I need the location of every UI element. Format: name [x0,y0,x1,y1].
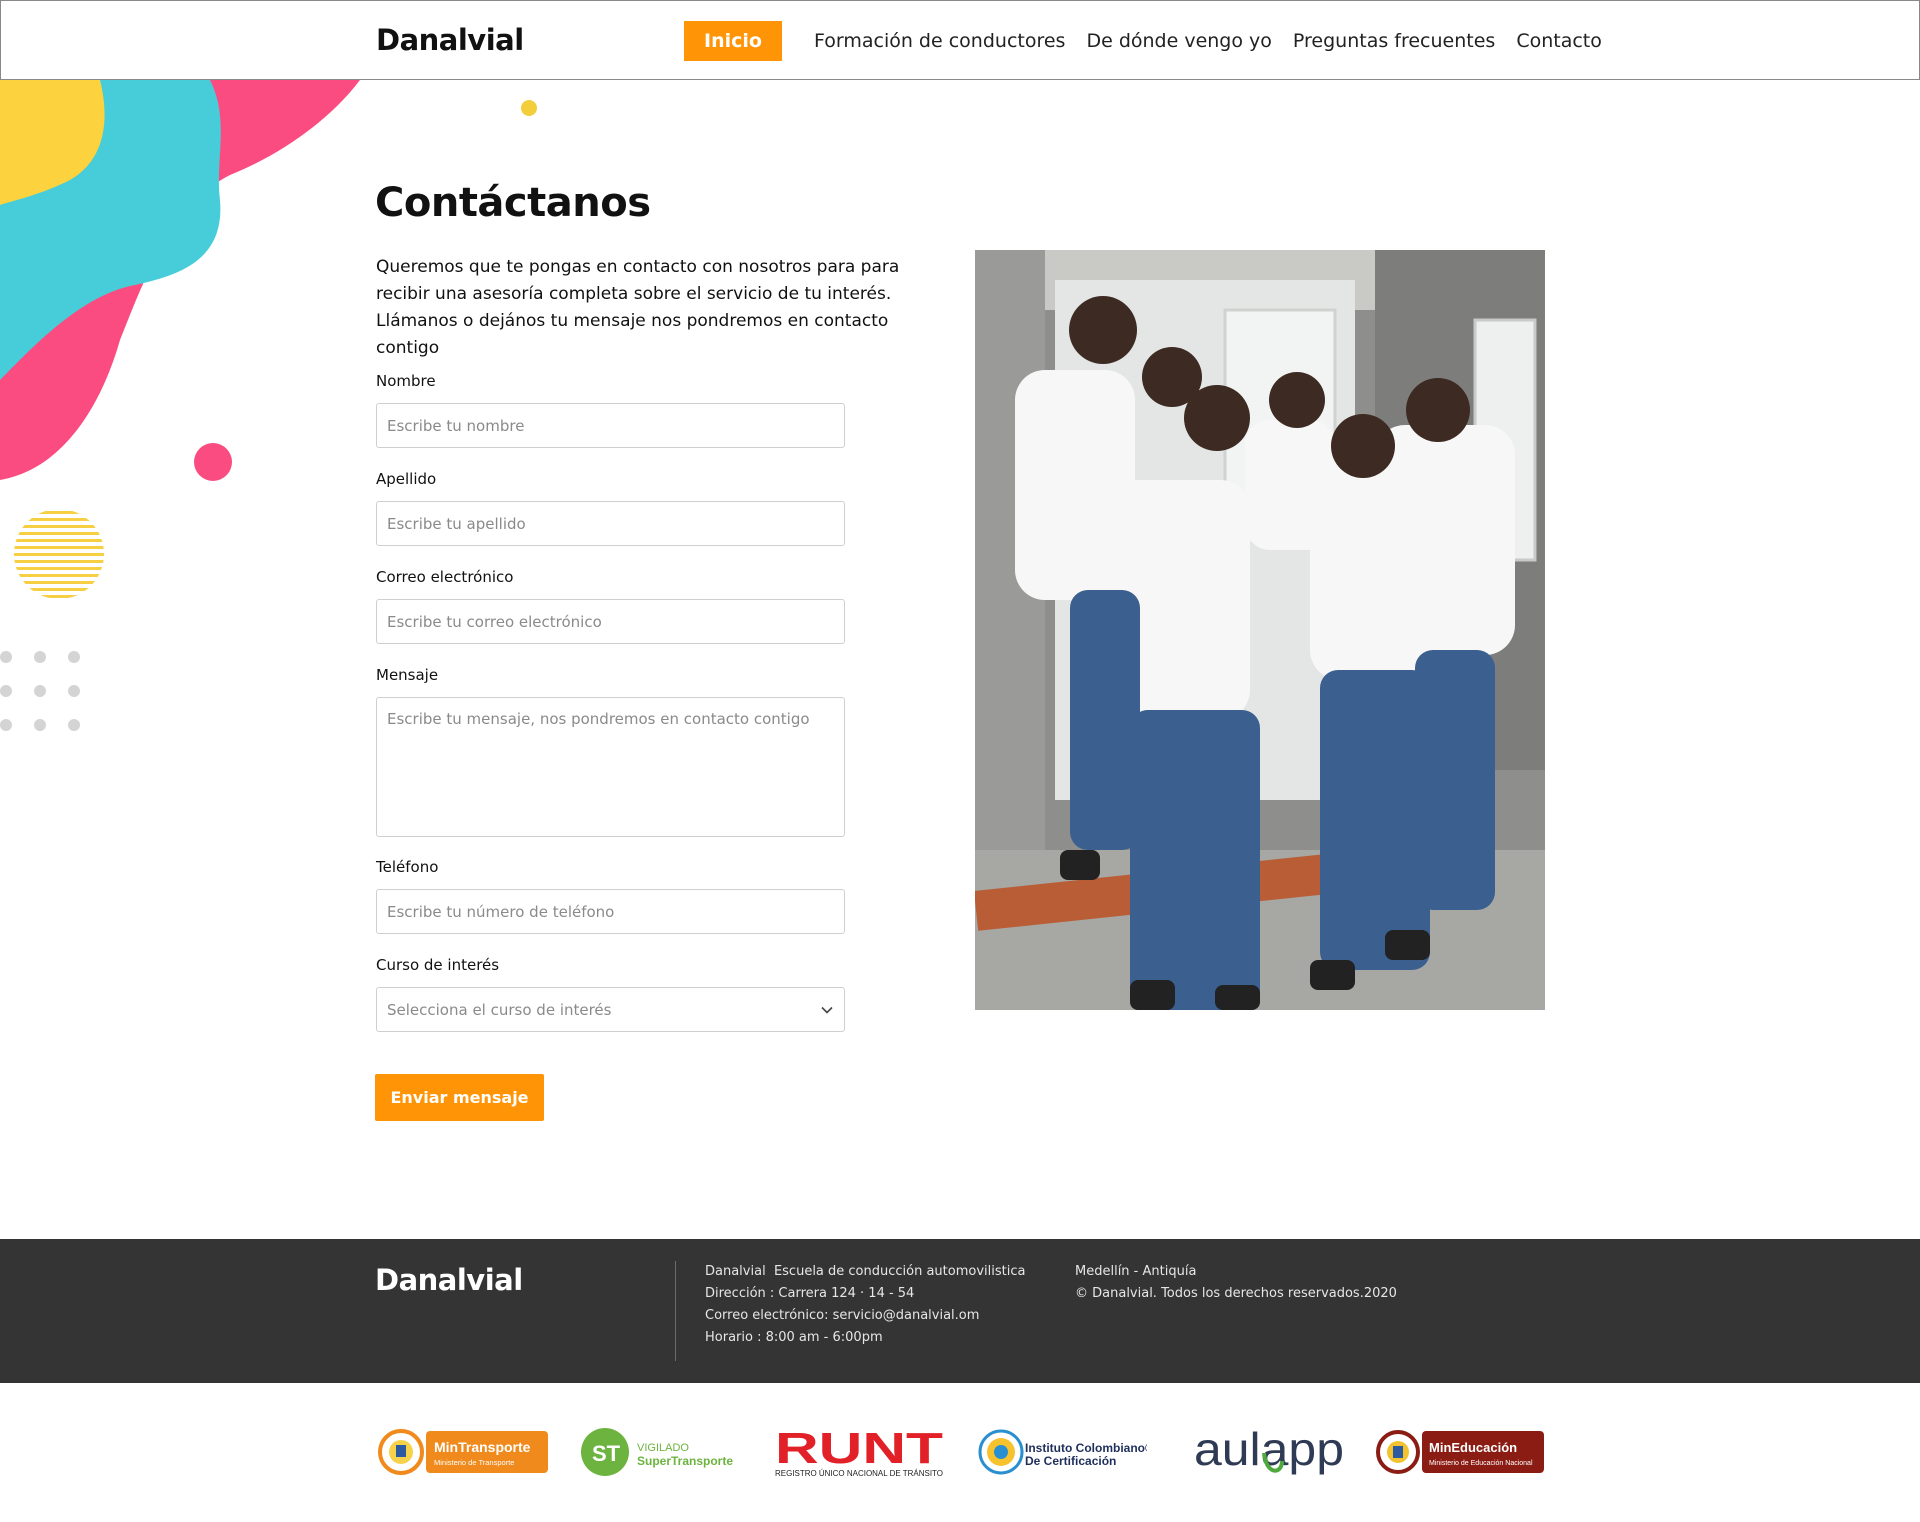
runt-subtitle: REGISTRO ÚNICO NACIONAL DE TRÁNSITO [775,1469,943,1478]
supertransporte-logo[interactable]: ST VIGILADO SuperTransporte [580,1423,750,1481]
footer-location-info: Medellín - Antiquía © Danalvial. Todos l… [1075,1261,1397,1305]
decorative-blobs [0,80,360,731]
nav-item-preguntas[interactable]: Preguntas frecuentes [1293,30,1495,52]
correo-label: Correo electrónico [376,568,514,586]
runt-title: RUNT [775,1424,943,1473]
footer-divider [675,1261,676,1361]
icontec-line1: Instituto Colombiano® [1025,1441,1147,1455]
main-nav: Inicio Formación de conductores De dónde… [684,21,1602,61]
striped-circle [14,511,104,598]
footer-email[interactable]: Correo electrónico: servicio@danalvial.o… [705,1305,1025,1327]
footer-copyright: © Danalvial. Todos los derechos reservad… [1075,1286,1397,1301]
yellow-dot [521,100,537,116]
supertransporte-line2: SuperTransporte [637,1454,733,1468]
page-title: Contáctanos [375,180,651,226]
icontec-line2: De Certificación [1025,1454,1116,1468]
footer-address: Dirección : Carrera 124 · 14 - 54 [705,1286,915,1301]
footer-brand: Danalvial [375,1263,523,1297]
mineducacion-logo[interactable]: MinEducación Ministerio de Educación Nac… [1376,1423,1546,1481]
supertransporte-mark: ST [592,1441,621,1466]
team-photo [975,250,1545,1010]
aulapp-logo[interactable]: aulapp [1190,1423,1350,1481]
nav-item-de-donde-vengo[interactable]: De dónde vengo yo [1086,30,1271,52]
enviar-mensaje-button[interactable]: Enviar mensaje [375,1074,544,1121]
brand-logo[interactable]: Danalvial [376,23,524,57]
footer-school-name: Danalvial Escuela de conducción automovi… [705,1264,1026,1279]
email-input[interactable] [376,599,845,644]
curso-select-value: Selecciona el curso de interés [387,1000,612,1019]
telefono-input[interactable] [376,889,845,934]
nombre-label: Nombre [376,372,436,390]
mineducacion-title: MinEducación [1429,1440,1517,1455]
curso-label: Curso de interés [376,956,500,974]
dot-grid [0,651,80,731]
mineducacion-subtitle: Ministerio de Educación Nacional [1429,1460,1533,1467]
curso-select[interactable]: Selecciona el curso de interés [376,987,845,1032]
footer-contact-info: Danalvial Escuela de conducción automovi… [705,1261,1025,1349]
footer-hours: Horario : 8:00 am - 6:00pm [705,1330,883,1345]
mintransporte-title: MinTransporte [434,1439,531,1455]
supertransporte-line1: VIGILADO [637,1442,689,1454]
nav-item-inicio[interactable]: Inicio [684,21,782,61]
mensaje-textarea[interactable] [376,697,845,837]
site-footer: Danalvial Danalvial Escuela de conducció… [0,1239,1920,1383]
nav-item-contacto[interactable]: Contacto [1516,30,1602,52]
mintransporte-subtitle: Ministerio de Transporte [434,1458,514,1467]
partner-logos: MinTransporte Ministerio de Transporte S… [0,1383,1920,1522]
nombre-input[interactable] [376,403,845,448]
footer-city: Medellín - Antiquía [1075,1264,1197,1279]
icontec-logo[interactable]: Instituto Colombiano® De Certificación [977,1423,1147,1481]
runt-logo[interactable]: RUNT REGISTRO ÚNICO NACIONAL DE TRÁNSITO [773,1423,945,1481]
telefono-label: Teléfono [376,858,439,876]
mensaje-label: Mensaje [376,666,439,684]
nav-item-formacion[interactable]: Formación de conductores [814,30,1065,52]
pink-dot [194,443,232,481]
chevron-down-icon [821,1006,833,1014]
apellido-input[interactable] [376,501,845,546]
apellido-label: Apellido [376,470,437,488]
site-header: Danalvial Inicio Formación de conductore… [0,0,1920,80]
mintransporte-logo[interactable]: MinTransporte Ministerio de Transporte [378,1423,550,1481]
intro-text: Queremos que te pongas en contacto con n… [376,257,900,358]
